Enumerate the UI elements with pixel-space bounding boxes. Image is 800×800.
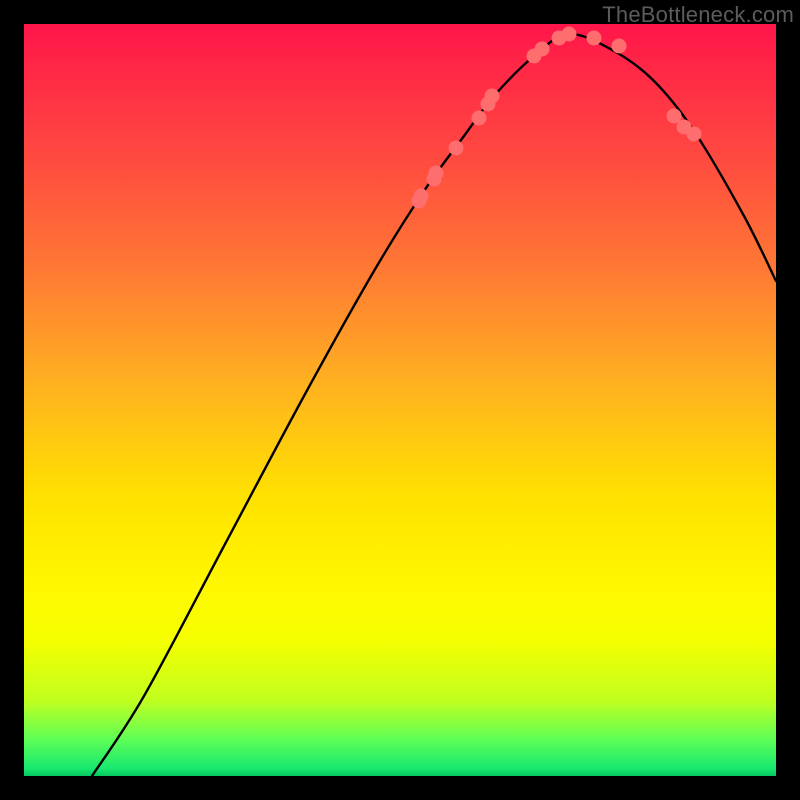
curve-marker [485, 89, 500, 104]
curve-marker [687, 127, 702, 142]
curve-marker [449, 141, 464, 156]
curve-marker [587, 31, 602, 46]
curve-marker [472, 111, 487, 126]
curve-layer [24, 24, 776, 776]
curve-marker [414, 189, 429, 204]
curve-markers [412, 27, 702, 209]
curve-marker [535, 42, 550, 57]
plot-frame [24, 24, 776, 776]
curve-marker [612, 39, 627, 54]
curve-marker [562, 27, 577, 42]
curve-path [92, 34, 776, 776]
curve-marker [429, 166, 444, 181]
